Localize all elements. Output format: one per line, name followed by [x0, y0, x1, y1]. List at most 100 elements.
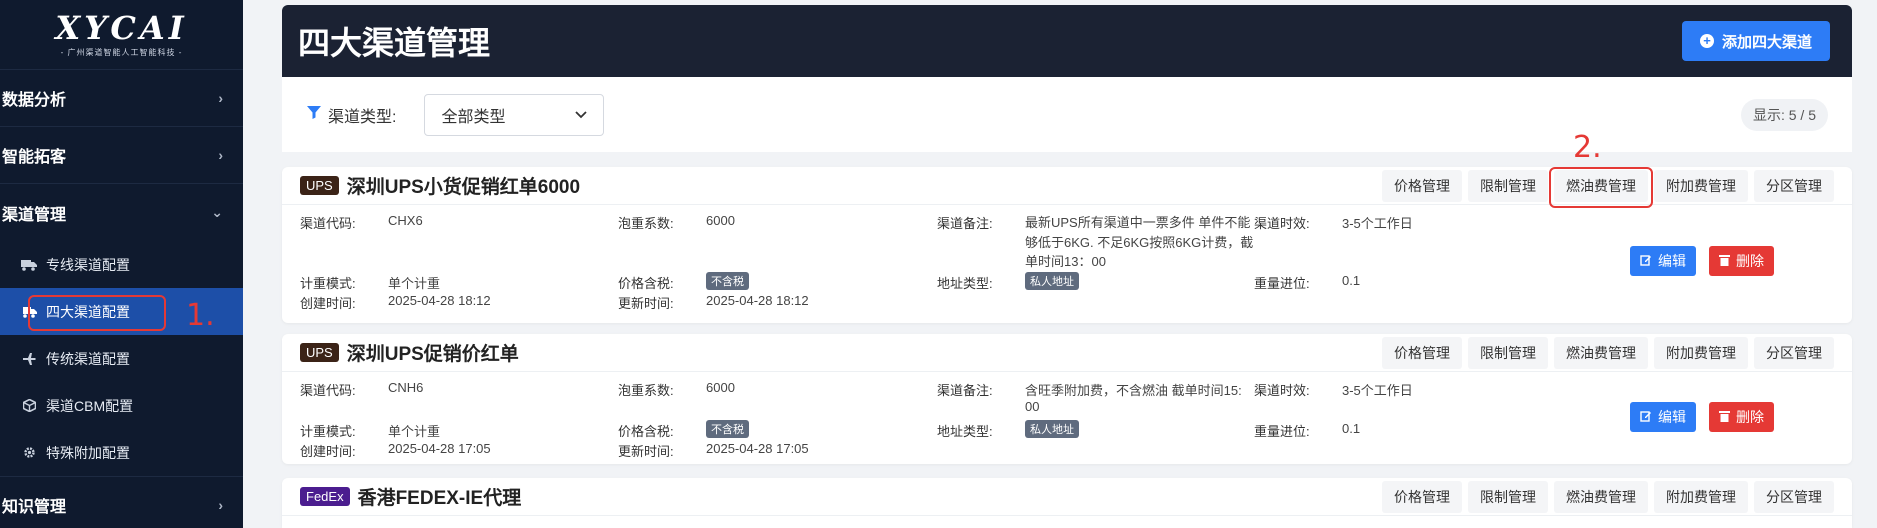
edit-button[interactable]: 编辑: [1630, 246, 1696, 276]
edit-button[interactable]: 编辑: [1630, 402, 1696, 432]
tab-restriction-management[interactable]: 限制管理: [1468, 480, 1548, 513]
remark-line: 00: [1025, 399, 1040, 414]
card-header: UPS 深圳UPS促销价红单 价格管理 限制管理 燃油费管理 附加费管理 分区管…: [282, 334, 1852, 372]
edit-label: 编辑: [1658, 409, 1686, 425]
remark-line: 单时间13：00: [1025, 254, 1106, 269]
annotation-box-1: [28, 295, 166, 331]
timing-label: 渠道时效:: [1254, 383, 1310, 398]
tab-price-management[interactable]: 价格管理: [1382, 169, 1462, 202]
created-value: 2025-04-28 17:05: [388, 441, 491, 456]
tax-tag: 不含税: [706, 272, 749, 290]
nav-group-channel-management[interactable]: 渠道管理 ⌄: [0, 184, 243, 241]
delete-button[interactable]: 删除: [1709, 246, 1774, 276]
tab-price-management[interactable]: 价格管理: [1382, 336, 1462, 369]
created-label: 创建时间:: [300, 296, 356, 311]
card-title: 深圳UPS促销价红单: [346, 344, 519, 365]
delete-button[interactable]: 删除: [1709, 402, 1774, 432]
delete-label: 删除: [1736, 253, 1764, 269]
channel-card: FedEx 香港FEDEX-IE代理 价格管理 限制管理 燃油费管理 附加费管理…: [282, 478, 1852, 528]
filter-icon: [306, 104, 322, 125]
updated-value: 2025-04-28 17:05: [706, 441, 809, 456]
mode-label: 计重模式:: [300, 424, 356, 439]
add-channel-label: 添加四大渠道: [1721, 33, 1812, 51]
channel-type-select[interactable]: 全部类型: [424, 93, 605, 136]
tab-restriction-management[interactable]: 限制管理: [1468, 336, 1548, 369]
tab-zone-management[interactable]: 分区管理: [1754, 336, 1834, 369]
box-icon: [18, 399, 40, 412]
tab-restriction-management[interactable]: 限制管理: [1468, 169, 1548, 202]
channel-card: UPS 深圳UPS促销价红单 价格管理 限制管理 燃油费管理 附加费管理 分区管…: [282, 334, 1852, 464]
card-header: FedEx 香港FEDEX-IE代理 价格管理 限制管理 燃油费管理 附加费管理…: [282, 478, 1852, 516]
nav-group-label: 渠道管理: [2, 206, 67, 224]
carrier-badge: UPS: [300, 176, 339, 195]
tab-surcharge-management[interactable]: 附加费管理: [1654, 169, 1748, 202]
nav-group-smart-prospecting[interactable]: 智能拓客 ›: [0, 127, 243, 184]
tab-surcharge-management[interactable]: 附加费管理: [1654, 480, 1748, 513]
card-body: 渠道代码: CHX6 泡重系数: 6000 渠道备注: 最新UPS所有渠道中一票…: [282, 205, 1852, 323]
nav-group-data-analysis[interactable]: 数据分析 ›: [0, 70, 243, 127]
annotation-box-2: [1549, 167, 1653, 208]
tax-tag: 不含税: [706, 420, 749, 438]
addr-label: 地址类型:: [937, 424, 993, 439]
sidebar-item-cbm-config[interactable]: 渠道CBM配置: [0, 382, 243, 429]
sidebar-item-traditional-channel[interactable]: 传统渠道配置: [0, 335, 243, 382]
nav-group-knowledge[interactable]: 知识管理 ›: [0, 476, 243, 528]
chevron-down-icon: [575, 106, 588, 124]
tab-zone-management[interactable]: 分区管理: [1754, 480, 1834, 513]
chevron-right-icon: ›: [218, 496, 223, 513]
updated-label: 更新时间:: [618, 296, 674, 311]
created-label: 创建时间:: [300, 444, 356, 459]
nav-group-label: 知识管理: [2, 498, 67, 516]
card-body: 渠道代码: CNH6 泡重系数: 6000 渠道备注: 含旺季附加费，不含燃油 …: [282, 372, 1852, 464]
weight-value: 0.1: [1342, 273, 1361, 288]
edit-icon: [1640, 253, 1652, 269]
remark-label: 渠道备注:: [937, 383, 993, 398]
sidebar-item-special-surcharge[interactable]: 特殊附加配置: [0, 429, 243, 476]
weight-label: 重量进位:: [1254, 276, 1310, 291]
plane-icon: [18, 352, 40, 366]
code-label: 渠道代码:: [300, 383, 356, 398]
remark-label: 渠道备注:: [937, 216, 993, 231]
channel-type-value: 全部类型: [441, 108, 506, 126]
edit-icon: [1640, 409, 1652, 425]
tab-surcharge-management[interactable]: 附加费管理: [1654, 336, 1748, 369]
edit-label: 编辑: [1658, 253, 1686, 269]
addr-tag: 私人地址: [1025, 420, 1079, 438]
tab-fuel-surcharge-management[interactable]: 燃油费管理: [1554, 336, 1648, 369]
nav-group-label: 数据分析: [2, 92, 67, 109]
page-header: 四大渠道管理 + 添加四大渠道: [282, 5, 1852, 77]
timing-value: 3-5个工作日: [1342, 383, 1413, 398]
mode-label: 计重模式:: [300, 276, 356, 291]
mode-value: 单个计重: [388, 424, 441, 439]
filter-bar: 渠道类型: 全部类型 显示: 5 / 5: [282, 77, 1852, 152]
management-tabs: 价格管理 限制管理 燃油费管理 附加费管理 分区管理: [1382, 336, 1834, 369]
page-title: 四大渠道管理: [298, 25, 491, 61]
updated-value: 2025-04-28 18:12: [706, 293, 809, 308]
management-tabs: 价格管理 限制管理 燃油费管理 附加费管理 分区管理: [1382, 480, 1834, 513]
bubble-label: 泡重系数:: [618, 216, 674, 231]
logo[interactable]: XYCAI - 广州渠道智能人工智能科技 -: [0, 0, 243, 70]
chevron-right-icon: ›: [218, 147, 223, 163]
tab-price-management[interactable]: 价格管理: [1382, 480, 1462, 513]
carrier-badge: FedEx: [300, 487, 350, 506]
logo-text: XYCAI: [55, 9, 188, 47]
logo-subtitle: - 广州渠道智能人工智能科技 -: [60, 48, 183, 57]
truck-icon: [18, 259, 40, 271]
nav-group-label: 智能拓客: [2, 149, 67, 166]
remark-line: 最新UPS所有渠道中一票多件 单件不能: [1025, 215, 1251, 230]
sidebar-item-label: 渠道CBM配置: [46, 397, 134, 414]
trash-icon: [1719, 253, 1730, 269]
remark-line: 含旺季附加费，不含燃油 截单时间15:: [1025, 383, 1242, 398]
code-value: CHX6: [388, 213, 423, 228]
tax-label: 价格含税:: [618, 276, 674, 291]
filter-label: 渠道类型:: [328, 108, 397, 126]
annotation-number-1: 1.: [186, 298, 215, 333]
tab-zone-management[interactable]: 分区管理: [1754, 169, 1834, 202]
weight-value: 0.1: [1342, 421, 1361, 436]
add-channel-button[interactable]: + 添加四大渠道: [1681, 21, 1830, 61]
timing-label: 渠道时效:: [1254, 216, 1310, 231]
tax-label: 价格含税:: [618, 424, 674, 439]
tab-fuel-surcharge-management[interactable]: 燃油费管理: [1554, 480, 1648, 513]
bubble-value: 6000: [706, 213, 735, 228]
sidebar-item-line-channel[interactable]: 专线渠道配置: [0, 241, 243, 288]
